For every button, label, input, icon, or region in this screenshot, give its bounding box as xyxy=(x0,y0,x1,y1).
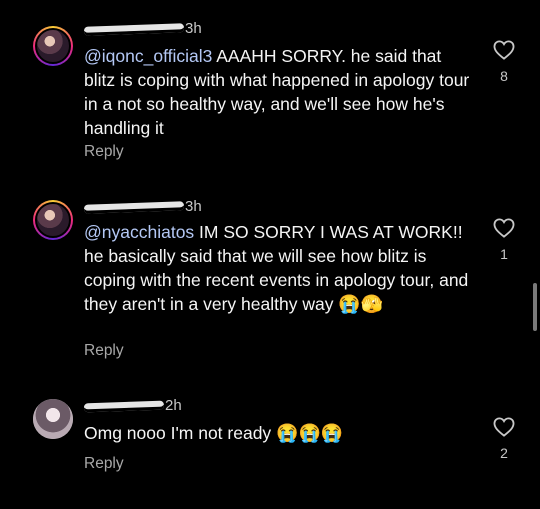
avatar[interactable] xyxy=(33,200,73,240)
emoji: 😭🫣 xyxy=(338,294,384,314)
redacted-username xyxy=(83,22,185,36)
scrollbar[interactable] xyxy=(533,283,537,331)
avatar[interactable] xyxy=(33,26,73,66)
reply-button[interactable]: Reply xyxy=(84,143,124,161)
reply-button[interactable]: Reply xyxy=(84,455,124,473)
mention-link[interactable]: @iqonc_official3 xyxy=(84,46,212,66)
comment-body: Omg nooo I'm not ready xyxy=(84,423,277,443)
comment-meta: 3h xyxy=(83,20,202,40)
emoji: 😭😭😭 xyxy=(276,423,344,443)
like-control[interactable]: 8 xyxy=(492,40,516,84)
comment-time: 2h xyxy=(165,397,182,414)
heart-outline-icon[interactable] xyxy=(493,417,515,437)
like-count: 1 xyxy=(500,246,508,262)
comment-text: @nyacchiatos IM SO SORRY I WAS AT WORK!!… xyxy=(84,220,474,316)
reply-button[interactable]: Reply xyxy=(84,342,124,360)
comment-text: @iqonc_official3 AAAHH SORRY. he said th… xyxy=(84,44,474,140)
redacted-username xyxy=(83,200,185,214)
comment-time: 3h xyxy=(185,198,202,215)
like-control[interactable]: 2 xyxy=(492,417,516,461)
heart-outline-icon[interactable] xyxy=(493,40,515,60)
mention-link[interactable]: @nyacchiatos xyxy=(84,222,194,242)
like-count: 8 xyxy=(500,68,508,84)
comment-meta: 3h xyxy=(83,198,202,218)
redacted-username xyxy=(83,400,165,412)
like-control[interactable]: 1 xyxy=(492,218,516,262)
heart-outline-icon[interactable] xyxy=(493,218,515,238)
comment-time: 3h xyxy=(185,20,202,37)
like-count: 2 xyxy=(500,445,508,461)
comment-text: Omg nooo I'm not ready 😭😭😭 xyxy=(84,421,474,445)
comment-meta: 2h xyxy=(83,397,182,417)
avatar[interactable] xyxy=(33,399,73,439)
